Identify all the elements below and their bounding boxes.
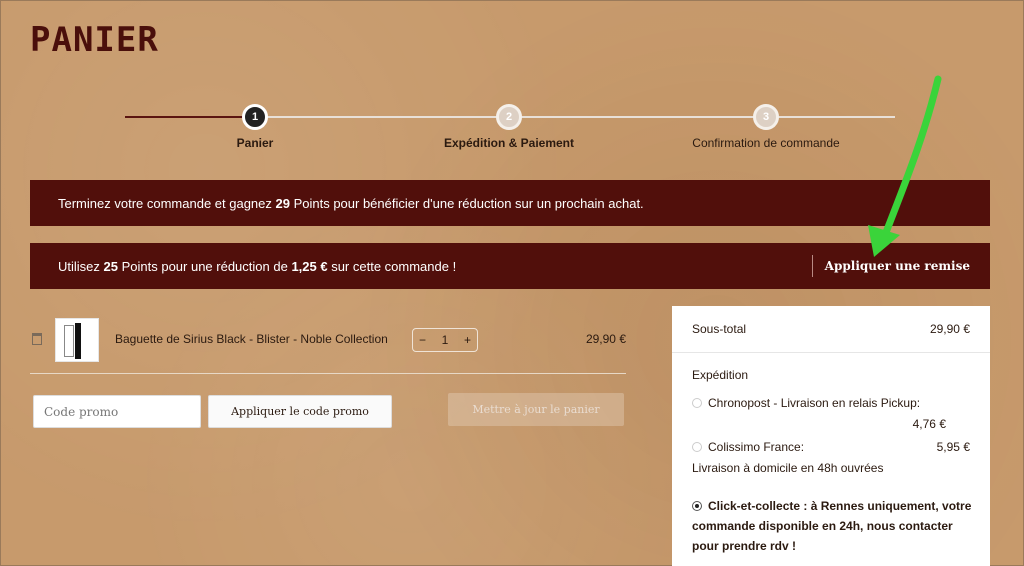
shipping-title: Expédition	[692, 368, 749, 382]
points-earn-banner: Terminez votre commande et gagnez 29 Poi…	[30, 180, 990, 226]
shipping-option-label: Chronopost - Livraison en relais Pickup:	[708, 396, 921, 410]
banner-text: Terminez votre commande et gagnez 29 Poi…	[58, 196, 644, 211]
item-price: 29,90 €	[585, 332, 626, 346]
update-cart-button[interactable]: Mettre à jour le panier	[448, 393, 624, 426]
points-use-banner: Utilisez 25 Points pour une réduction de…	[30, 243, 990, 289]
step-number: 2	[496, 104, 522, 130]
blister-outline	[64, 325, 74, 357]
points-count: 29	[275, 195, 290, 211]
step-label: Panier	[236, 136, 274, 150]
promo-code-input[interactable]	[33, 395, 201, 428]
step-cart[interactable]: 1 Panier	[155, 104, 355, 150]
shipping-option-colissimo[interactable]: Colissimo France:	[692, 440, 970, 454]
subtotal-value: 29,90 €	[929, 322, 970, 336]
radio-icon[interactable]	[692, 441, 702, 452]
product-image[interactable]	[55, 318, 99, 362]
page-title: PANIER	[30, 20, 159, 60]
banner-text-prefix: Terminez votre commande et gagnez	[58, 195, 276, 211]
shipping-option-label: Click-et-collecte : à Rennes uniquement,…	[692, 499, 972, 553]
discount-amount: 1,25 €	[291, 258, 328, 274]
shipping-option-label: Colissimo France:	[708, 440, 805, 454]
shipping-option-click-collect[interactable]: Click-et-collecte : à Rennes uniquement,…	[692, 496, 972, 556]
step-number: 1	[242, 104, 268, 130]
wand-shape	[75, 323, 81, 359]
quantity-decrease-button[interactable]: −	[419, 333, 426, 347]
trash-icon[interactable]	[32, 333, 42, 345]
radio-selected-icon[interactable]	[692, 500, 702, 511]
banner-text-middle: Points pour une réduction de	[117, 258, 292, 274]
apply-promo-button[interactable]: Appliquer le code promo	[208, 395, 392, 428]
banner-text: Utilisez 25 Points pour une réduction de…	[58, 259, 456, 274]
order-summary: Sous-total 29,90 € Expédition Chronopost…	[672, 306, 990, 566]
quantity-stepper[interactable]: − 1 +	[412, 328, 478, 352]
cart-divider	[30, 373, 626, 374]
quantity-value[interactable]: 1	[442, 333, 449, 347]
step-label: Expédition & Paiement	[443, 136, 575, 150]
banner-text-suffix: Points pour bénéficier d'une réduction s…	[289, 195, 644, 211]
checkout-steps: 1 Panier 2 Expédition & Paiement 3 Confi…	[125, 104, 895, 154]
radio-icon[interactable]	[692, 397, 702, 408]
subtotal-row: Sous-total 29,90 €	[692, 322, 970, 336]
step-label: Confirmation de commande	[692, 136, 840, 150]
points-count: 25	[103, 258, 118, 274]
shipping-option-detail: Livraison à domicile en 48h ouvrées	[692, 461, 884, 475]
shipping-option-price: 5,95 €	[936, 440, 970, 454]
step-confirmation[interactable]: 3 Confirmation de commande	[666, 104, 866, 150]
shipping-option-chronopost[interactable]: Chronopost - Livraison en relais Pickup:	[692, 396, 970, 410]
summary-divider	[672, 352, 990, 353]
step-number: 3	[753, 104, 779, 130]
banner-text-prefix: Utilisez	[58, 258, 104, 274]
step-shipping-payment[interactable]: 2 Expédition & Paiement	[409, 104, 609, 150]
quantity-increase-button[interactable]: +	[464, 333, 471, 347]
product-name[interactable]: Baguette de Sirius Black - Blister - Nob…	[115, 332, 388, 346]
subtotal-label: Sous-total	[692, 322, 747, 336]
shipping-option-price: 4,76 €	[912, 417, 946, 431]
cart-item-row: Baguette de Sirius Black - Blister - Nob…	[30, 316, 630, 362]
banner-text-suffix: sur cette commande !	[327, 258, 457, 274]
green-arrow-icon	[868, 75, 942, 257]
